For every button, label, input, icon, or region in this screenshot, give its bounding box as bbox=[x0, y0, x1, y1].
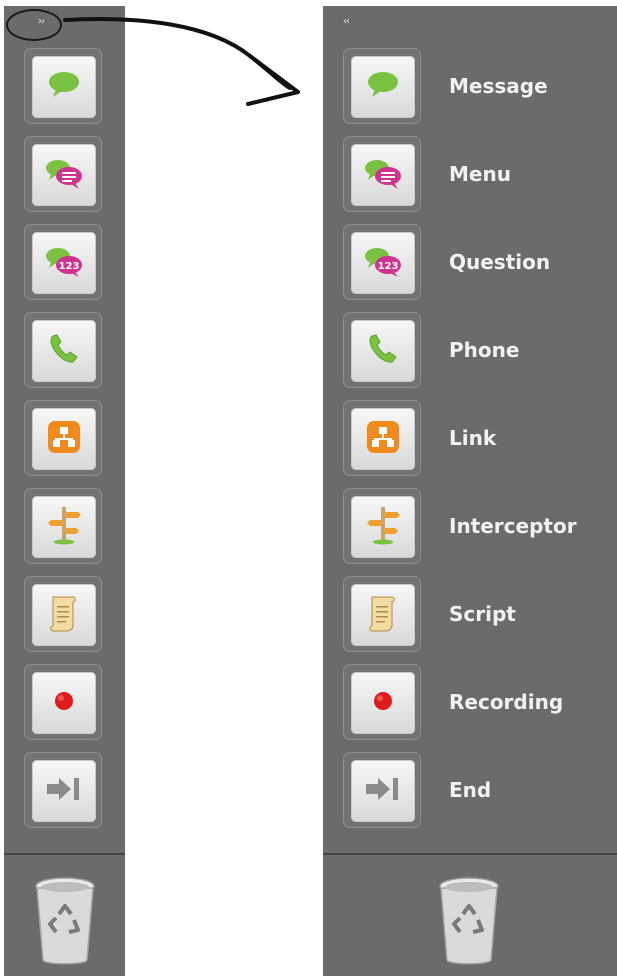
trash-recycle-icon[interactable] bbox=[34, 876, 96, 968]
tool-button-face bbox=[351, 760, 415, 822]
tool-phone-button[interactable]: Phone bbox=[343, 312, 519, 390]
tool-button-frame bbox=[343, 488, 421, 564]
link-icon bbox=[366, 420, 400, 458]
tool-button-frame bbox=[24, 488, 102, 564]
tool-end-label: End bbox=[449, 778, 492, 802]
tool-button-frame bbox=[24, 576, 102, 652]
tool-button-face bbox=[32, 496, 96, 558]
tool-interceptor-button[interactable] bbox=[24, 488, 104, 566]
tool-button-frame bbox=[343, 312, 421, 388]
record-icon bbox=[53, 690, 75, 716]
scroll-icon bbox=[366, 593, 400, 637]
tool-button-frame: 123 bbox=[343, 224, 421, 300]
tool-button-face bbox=[351, 320, 415, 382]
tool-button-frame bbox=[24, 400, 102, 476]
tool-link-button[interactable]: Link bbox=[343, 400, 496, 478]
tool-button-face bbox=[32, 320, 96, 382]
tool-button-frame bbox=[343, 664, 421, 740]
tool-button-face bbox=[32, 144, 96, 206]
tool-recording-button[interactable] bbox=[24, 664, 104, 742]
menu-bubble-icon bbox=[363, 156, 403, 194]
tool-interceptor-button[interactable]: Interceptor bbox=[343, 488, 577, 566]
tool-message-label: Message bbox=[449, 74, 548, 98]
tool-menu-button[interactable] bbox=[24, 136, 104, 214]
end-arrow-icon bbox=[364, 775, 402, 807]
tool-button-frame bbox=[24, 136, 102, 212]
question-bubble-icon: 123 bbox=[363, 244, 403, 282]
tool-recording-label: Recording bbox=[449, 690, 564, 714]
annotation-arrow-icon bbox=[63, 17, 300, 106]
tool-button-face bbox=[32, 584, 96, 646]
tool-menu-button[interactable]: Menu bbox=[343, 136, 511, 214]
speech-bubble-icon bbox=[366, 70, 400, 104]
tool-button-face bbox=[351, 584, 415, 646]
tool-button-frame bbox=[24, 312, 102, 388]
tool-button-frame bbox=[343, 400, 421, 476]
tool-button-frame bbox=[343, 48, 421, 124]
link-icon bbox=[47, 420, 81, 458]
signpost-icon bbox=[366, 505, 400, 549]
tool-button-face bbox=[351, 496, 415, 558]
collapsed-toolbox-panel: ›› 123 bbox=[4, 6, 125, 976]
record-icon bbox=[372, 690, 394, 716]
tool-question-button[interactable]: 123 bbox=[24, 224, 104, 302]
svg-text:123: 123 bbox=[59, 261, 80, 272]
tool-button-frame: 123 bbox=[24, 224, 102, 300]
tool-question-label: Question bbox=[449, 250, 551, 274]
panel-separator bbox=[323, 853, 617, 855]
tool-button-face bbox=[32, 760, 96, 822]
panel-separator bbox=[4, 853, 125, 855]
tool-button-frame bbox=[343, 576, 421, 652]
end-arrow-icon bbox=[45, 775, 83, 807]
tool-interceptor-label: Interceptor bbox=[449, 514, 577, 538]
tool-button-face bbox=[351, 144, 415, 206]
tool-script-button[interactable]: Script bbox=[343, 576, 516, 654]
tool-button-face bbox=[351, 56, 415, 118]
phone-icon bbox=[366, 332, 400, 370]
scroll-icon bbox=[47, 593, 81, 637]
tool-button-face: 123 bbox=[351, 232, 415, 294]
question-bubble-icon: 123 bbox=[44, 244, 84, 282]
tool-button-frame bbox=[343, 752, 421, 828]
tool-end-button[interactable]: End bbox=[343, 752, 491, 830]
tool-recording-button[interactable]: Recording bbox=[343, 664, 563, 742]
tool-phone-button[interactable] bbox=[24, 312, 104, 390]
signpost-icon bbox=[47, 505, 81, 549]
tool-button-frame bbox=[343, 136, 421, 212]
tool-link-label: Link bbox=[449, 426, 497, 450]
tool-script-button[interactable] bbox=[24, 576, 104, 654]
menu-bubble-icon bbox=[44, 156, 84, 194]
tool-end-button[interactable] bbox=[24, 752, 104, 830]
tool-script-label: Script bbox=[449, 602, 516, 626]
phone-icon bbox=[47, 332, 81, 370]
tool-button-face bbox=[32, 408, 96, 470]
tool-button-face bbox=[351, 408, 415, 470]
svg-text:123: 123 bbox=[378, 261, 399, 272]
tool-link-button[interactable] bbox=[24, 400, 104, 478]
tool-button-face bbox=[32, 672, 96, 734]
tool-message-button[interactable]: Message bbox=[343, 48, 548, 126]
tool-phone-label: Phone bbox=[449, 338, 520, 362]
collapse-toggle-button[interactable]: ‹‹ bbox=[343, 12, 367, 32]
annotation-circle bbox=[6, 9, 62, 41]
tool-menu-label: Menu bbox=[449, 162, 511, 186]
tool-button-frame bbox=[24, 664, 102, 740]
tool-question-button[interactable]: 123 Question bbox=[343, 224, 550, 302]
trash-recycle-icon[interactable] bbox=[438, 876, 500, 968]
expanded-toolbox-panel: ‹‹ Message Menu 123 Question Phone Link Interc… bbox=[323, 6, 617, 976]
tool-button-frame bbox=[24, 752, 102, 828]
tool-button-face: 123 bbox=[32, 232, 96, 294]
tool-button-face bbox=[351, 672, 415, 734]
